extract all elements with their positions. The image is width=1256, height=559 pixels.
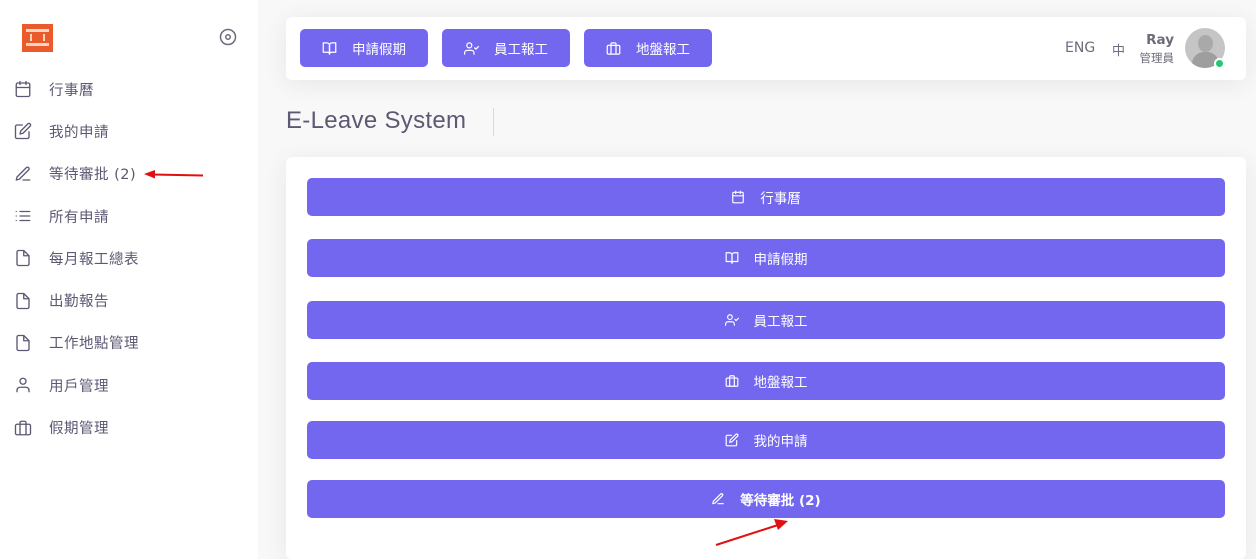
sidebar-item-all-applications[interactable]: 所有申請 <box>0 195 258 237</box>
file-icon <box>16 334 30 352</box>
sidebar-item-attendance-report[interactable]: 出勤報告 <box>0 279 258 321</box>
button-label: 地盤報工 <box>636 42 690 58</box>
book-open-icon <box>322 41 337 55</box>
apply-leave-button[interactable]: 申請假期 <box>307 239 1225 277</box>
button-label: 我的申請 <box>753 434 808 450</box>
sidebar-item-label: 行事曆 <box>49 82 94 99</box>
language-eng-link[interactable]: ENG <box>1065 40 1095 56</box>
sidebar: 行事曆 我的申請 等待審批 (2) 所有申請 每月報工總表 出勤報告 工作地點管… <box>0 0 258 559</box>
title-divider <box>493 108 494 136</box>
user-role: 管理員 <box>1139 51 1175 65</box>
book-open-icon <box>725 252 738 264</box>
user-icon <box>16 377 30 393</box>
edit-icon <box>14 123 32 140</box>
sidebar-item-my-applications[interactable]: 我的申請 <box>0 110 258 152</box>
button-label: 等待審批 (2) <box>740 493 821 509</box>
sidebar-item-leave-management[interactable]: 假期管理 <box>0 406 258 448</box>
button-label: 申請假期 <box>352 42 406 58</box>
sidebar-item-label: 所有申請 <box>49 209 109 226</box>
pen-icon <box>15 166 31 181</box>
sidebar-item-calendar[interactable]: 行事曆 <box>0 68 258 110</box>
pending-approval-button[interactable]: 等待審批 (2) <box>307 480 1225 518</box>
user-check-icon <box>464 41 479 55</box>
staff-report-button[interactable]: 員工報工 <box>442 29 570 67</box>
button-label: 申請假期 <box>753 252 808 268</box>
list-icon <box>15 210 31 222</box>
online-status-indicator <box>1214 58 1225 69</box>
site-report-button[interactable]: 地盤報工 <box>307 362 1225 400</box>
edit-icon <box>725 433 738 447</box>
top-navbar: 申請假期 員工報工 地盤報工 ENG 中 Ray 管理員 <box>286 17 1246 80</box>
sidebar-item-work-location[interactable]: 工作地點管理 <box>0 322 258 364</box>
button-label: 行事曆 <box>760 191 801 207</box>
briefcase-icon <box>14 420 32 435</box>
calendar-icon <box>15 80 31 98</box>
language-zh-link[interactable]: 中 <box>1112 40 1125 59</box>
sidebar-item-label: 假期管理 <box>49 421 109 438</box>
button-label: 地盤報工 <box>753 375 808 391</box>
collapse-toggle-icon[interactable] <box>219 28 237 46</box>
button-label: 員工報工 <box>494 42 548 58</box>
sidebar-item-monthly-report[interactable]: 每月報工總表 <box>0 237 258 279</box>
staff-report-button[interactable]: 員工報工 <box>307 301 1225 339</box>
sidebar-item-label: 出勤報告 <box>49 294 109 311</box>
site-report-button[interactable]: 地盤報工 <box>584 29 712 67</box>
page-title: E-Leave System <box>286 107 467 134</box>
sidebar-item-label: 每月報工總表 <box>49 251 139 268</box>
sidebar-item-label: 工作地點管理 <box>49 336 139 353</box>
logo[interactable] <box>22 24 53 52</box>
sidebar-item-pending-approval[interactable]: 等待審批 (2) <box>0 153 258 195</box>
sidebar-item-label: 用戶管理 <box>49 378 109 395</box>
briefcase-icon <box>725 375 738 387</box>
briefcase-icon <box>606 41 621 55</box>
pen-icon <box>712 493 725 505</box>
calendar-button[interactable]: 行事曆 <box>307 178 1225 216</box>
sidebar-item-user-management[interactable]: 用戶管理 <box>0 364 258 406</box>
my-applications-button[interactable]: 我的申請 <box>307 421 1225 459</box>
user-name[interactable]: Ray <box>1146 32 1174 48</box>
sidebar-item-label: 等待審批 (2) <box>49 167 137 184</box>
sidebar-menu: 行事曆 我的申請 等待審批 (2) 所有申請 每月報工總表 出勤報告 工作地點管… <box>0 68 258 449</box>
file-icon <box>16 292 30 309</box>
apply-leave-button[interactable]: 申請假期 <box>300 29 428 67</box>
user-check-icon <box>724 314 739 326</box>
calendar-icon <box>732 190 745 204</box>
sidebar-item-label: 我的申請 <box>49 124 109 141</box>
file-icon <box>16 250 30 267</box>
button-label: 員工報工 <box>753 314 808 330</box>
quick-actions-card: 行事曆 申請假期 員工報工 地盤報工 我的申請 等待審批 (2) <box>286 157 1246 559</box>
